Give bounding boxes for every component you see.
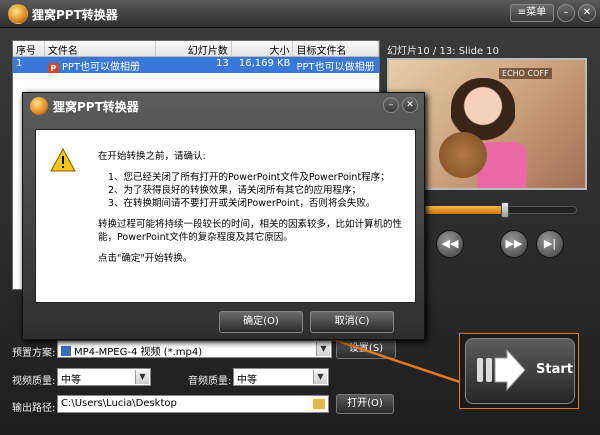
dialog-item-3: 3、在转换期间请不要打开或关闭PowerPoint，否则将会失败。 <box>108 198 376 209</box>
cell-slides: 13 <box>216 58 229 69</box>
column-header-target[interactable]: 目标文件名 <box>293 41 379 56</box>
menu-label: 菜单 <box>526 7 547 18</box>
output-path-value: C:\Users\Lucia\Desktop <box>61 398 177 409</box>
cancel-button[interactable]: 取消(C) <box>310 311 394 333</box>
dialog-minimize-button[interactable]: – <box>383 97 399 113</box>
video-quality-select[interactable]: 中等 ▼ <box>57 368 151 386</box>
column-header-index[interactable]: 序号 <box>13 41 45 56</box>
folder-icon[interactable] <box>313 399 325 409</box>
dialog-item-2: 2、为了获得良好的转换效果，请关闭所有其它的应用程序； <box>108 185 362 196</box>
preset-value: MP4-MPEG-4 视频 (*.mp4) <box>74 347 203 358</box>
title-bar: 狸窝PPT转换器 ≡菜单 – ✕ <box>0 0 600 28</box>
rewind-button[interactable]: ◀◀ <box>436 230 464 258</box>
chevron-down-icon[interactable]: ▼ <box>313 370 327 384</box>
table-header: 序号 文件名 幻灯片数 大小 目标文件名 <box>13 41 379 57</box>
video-quality-value: 中等 <box>61 375 81 386</box>
window-title: 狸窝PPT转换器 <box>32 8 118 22</box>
cell-target: PPT也可以做相册 <box>296 62 375 73</box>
preview-slide-label: 幻灯片10 / 13: Slide 10 <box>387 46 500 57</box>
dialog-message: 在开始转换之前，请确认: 1、您已经关闭了所有打开的PowerPoint文件及P… <box>98 150 410 265</box>
table-row[interactable]: 1 P PPT也可以做相册 13 16,169 KB PPT也可以做相册 <box>13 57 379 73</box>
open-button[interactable]: 打开(O) <box>336 394 394 414</box>
confirm-dialog: 狸窝PPT转换器 – ✕ 在开始转换之前，请确认: 1、您已经关闭了所有打开的P… <box>22 92 425 340</box>
dialog-item-1: 1、您已经关闭了所有打开的PowerPoint文件及PowerPoint程序； <box>108 172 390 183</box>
cell-size: 16,169 KB <box>238 58 291 69</box>
preview-sign-text: ECHO COFF <box>499 68 552 79</box>
dialog-logo-icon <box>30 97 48 115</box>
cell-index: 1 <box>16 58 23 69</box>
close-button[interactable]: ✕ <box>578 4 596 22</box>
column-header-slides[interactable]: 幻灯片数 <box>156 41 232 56</box>
audio-quality-label: 音频质量: <box>188 376 232 387</box>
powerpoint-file-icon: P <box>47 63 59 73</box>
mp4-format-icon <box>61 346 71 356</box>
audio-quality-select[interactable]: 中等 ▼ <box>233 368 329 386</box>
audio-quality-value: 中等 <box>237 375 257 386</box>
preview-seek-thumb[interactable] <box>501 202 509 218</box>
settings-button[interactable]: 设置(S) <box>336 339 396 359</box>
dialog-body: 在开始转换之前，请确认: 1、您已经关闭了所有打开的PowerPoint文件及P… <box>35 129 416 303</box>
preview-teddy-bear-shape <box>439 132 487 178</box>
minimize-button[interactable]: – <box>557 4 575 22</box>
dialog-intro: 在开始转换之前，请确认: <box>98 151 206 162</box>
dialog-confirm-prompt: 点击"确定"开始转换。 <box>98 253 193 264</box>
menu-icon: ≡ <box>517 7 527 18</box>
dialog-title: 狸窝PPT转换器 <box>53 100 139 114</box>
main-window: 狸窝PPT转换器 ≡菜单 – ✕ 序号 文件名 幻灯片数 大小 目标文件名 1 … <box>0 0 600 435</box>
start-arrow-icon <box>477 348 526 392</box>
forward-button[interactable]: ▶▶ <box>500 230 528 258</box>
preset-select[interactable]: MP4-MPEG-4 视频 (*.mp4) ▼ <box>57 340 332 358</box>
start-label: Start <box>536 362 573 377</box>
preset-label: 预置方案: <box>12 348 56 359</box>
app-logo-icon <box>8 4 28 24</box>
chevron-down-icon[interactable]: ▼ <box>135 370 149 384</box>
output-path-label: 输出路径: <box>12 403 56 414</box>
column-header-filename[interactable]: 文件名 <box>45 41 157 56</box>
output-path-input[interactable]: C:\Users\Lucia\Desktop <box>57 395 329 413</box>
video-quality-label: 视频质量: <box>12 376 56 387</box>
ok-button[interactable]: 确定(O) <box>219 311 303 333</box>
column-header-size[interactable]: 大小 <box>232 41 294 56</box>
cell-filename-text: PPT也可以做相册 <box>61 62 141 73</box>
menu-button[interactable]: ≡菜单 <box>510 4 554 22</box>
skip-end-button[interactable]: ▶| <box>536 230 564 258</box>
dialog-note: 转换过程可能将持续一段较长的时间，相关的因素较多，比如计算机的性能，PowerP… <box>98 219 403 243</box>
cell-filename: P PPT也可以做相册 <box>45 57 156 73</box>
dialog-close-button[interactable]: ✕ <box>402 97 418 113</box>
warning-icon <box>50 148 76 172</box>
chevron-down-icon[interactable]: ▼ <box>316 342 330 356</box>
